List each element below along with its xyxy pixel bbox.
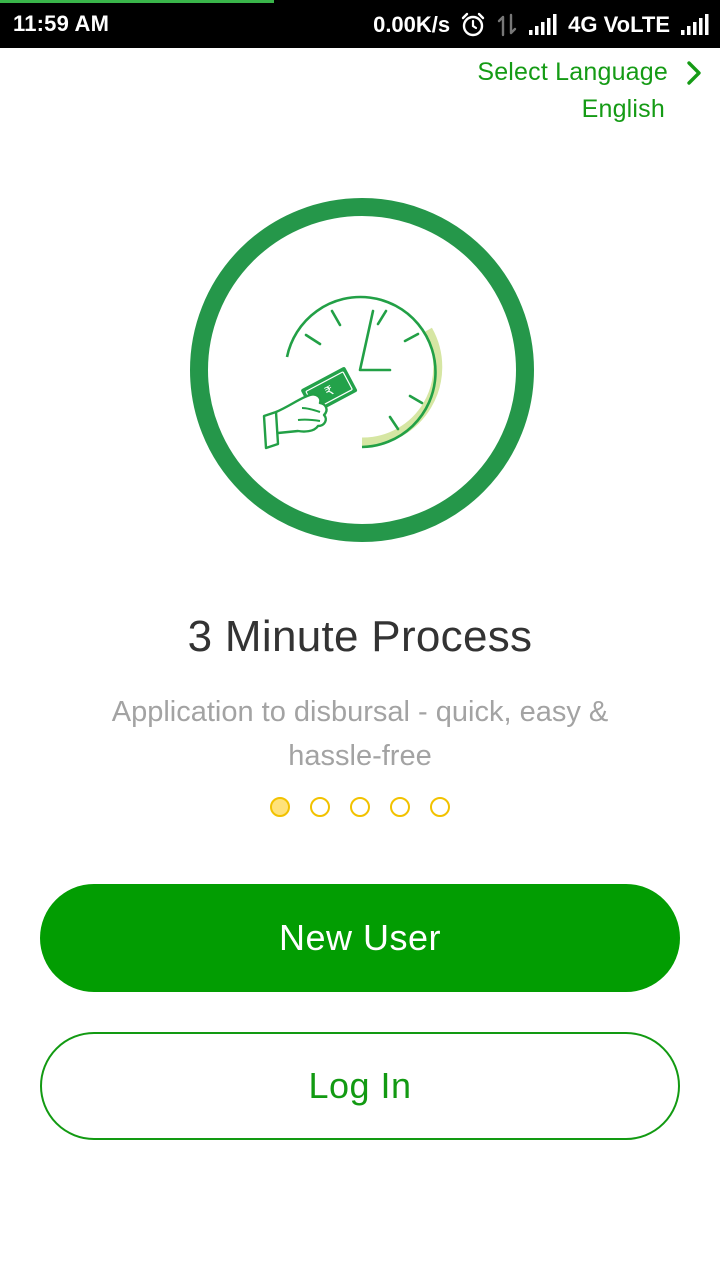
pager-dot[interactable] — [430, 797, 450, 817]
page-description: Application to disbursal - quick, easy &… — [111, 696, 609, 772]
language-label[interactable]: Select Language — [477, 58, 668, 87]
page-title: 3 Minute Process — [187, 612, 533, 661]
status-bar: 11:59 AM 0.00K/s 4G VoLTE — [0, 0, 720, 48]
pager-indicator — [0, 797, 720, 817]
signal-icon — [680, 14, 710, 36]
clock-cash-hand-icon: ₹ — [190, 198, 534, 542]
pager-dot[interactable] — [390, 797, 410, 817]
new-user-button[interactable]: New User — [40, 884, 680, 992]
status-indicators: 0.00K/s 4G VoLTE — [373, 8, 710, 42]
net-speed: 0.00K/s — [373, 12, 451, 37]
login-button[interactable]: Log In — [40, 1032, 680, 1140]
pager-dot[interactable] — [270, 797, 290, 817]
status-time: 11:59 AM — [13, 11, 110, 36]
onboarding-screen: 11:59 AM 0.00K/s 4G VoLTE Select Languag… — [0, 0, 720, 1280]
download-progress-bar — [0, 0, 274, 3]
chevron-right-icon[interactable] — [684, 60, 704, 86]
alarm-icon — [460, 12, 486, 38]
language-selector[interactable]: Select Language English — [477, 58, 704, 124]
network-type: 4G VoLTE — [568, 12, 670, 37]
data-transfer-icon — [496, 13, 518, 37]
pager-dot[interactable] — [350, 797, 370, 817]
current-language: English — [581, 95, 665, 123]
pager-dot[interactable] — [310, 797, 330, 817]
signal-icon — [528, 14, 558, 36]
